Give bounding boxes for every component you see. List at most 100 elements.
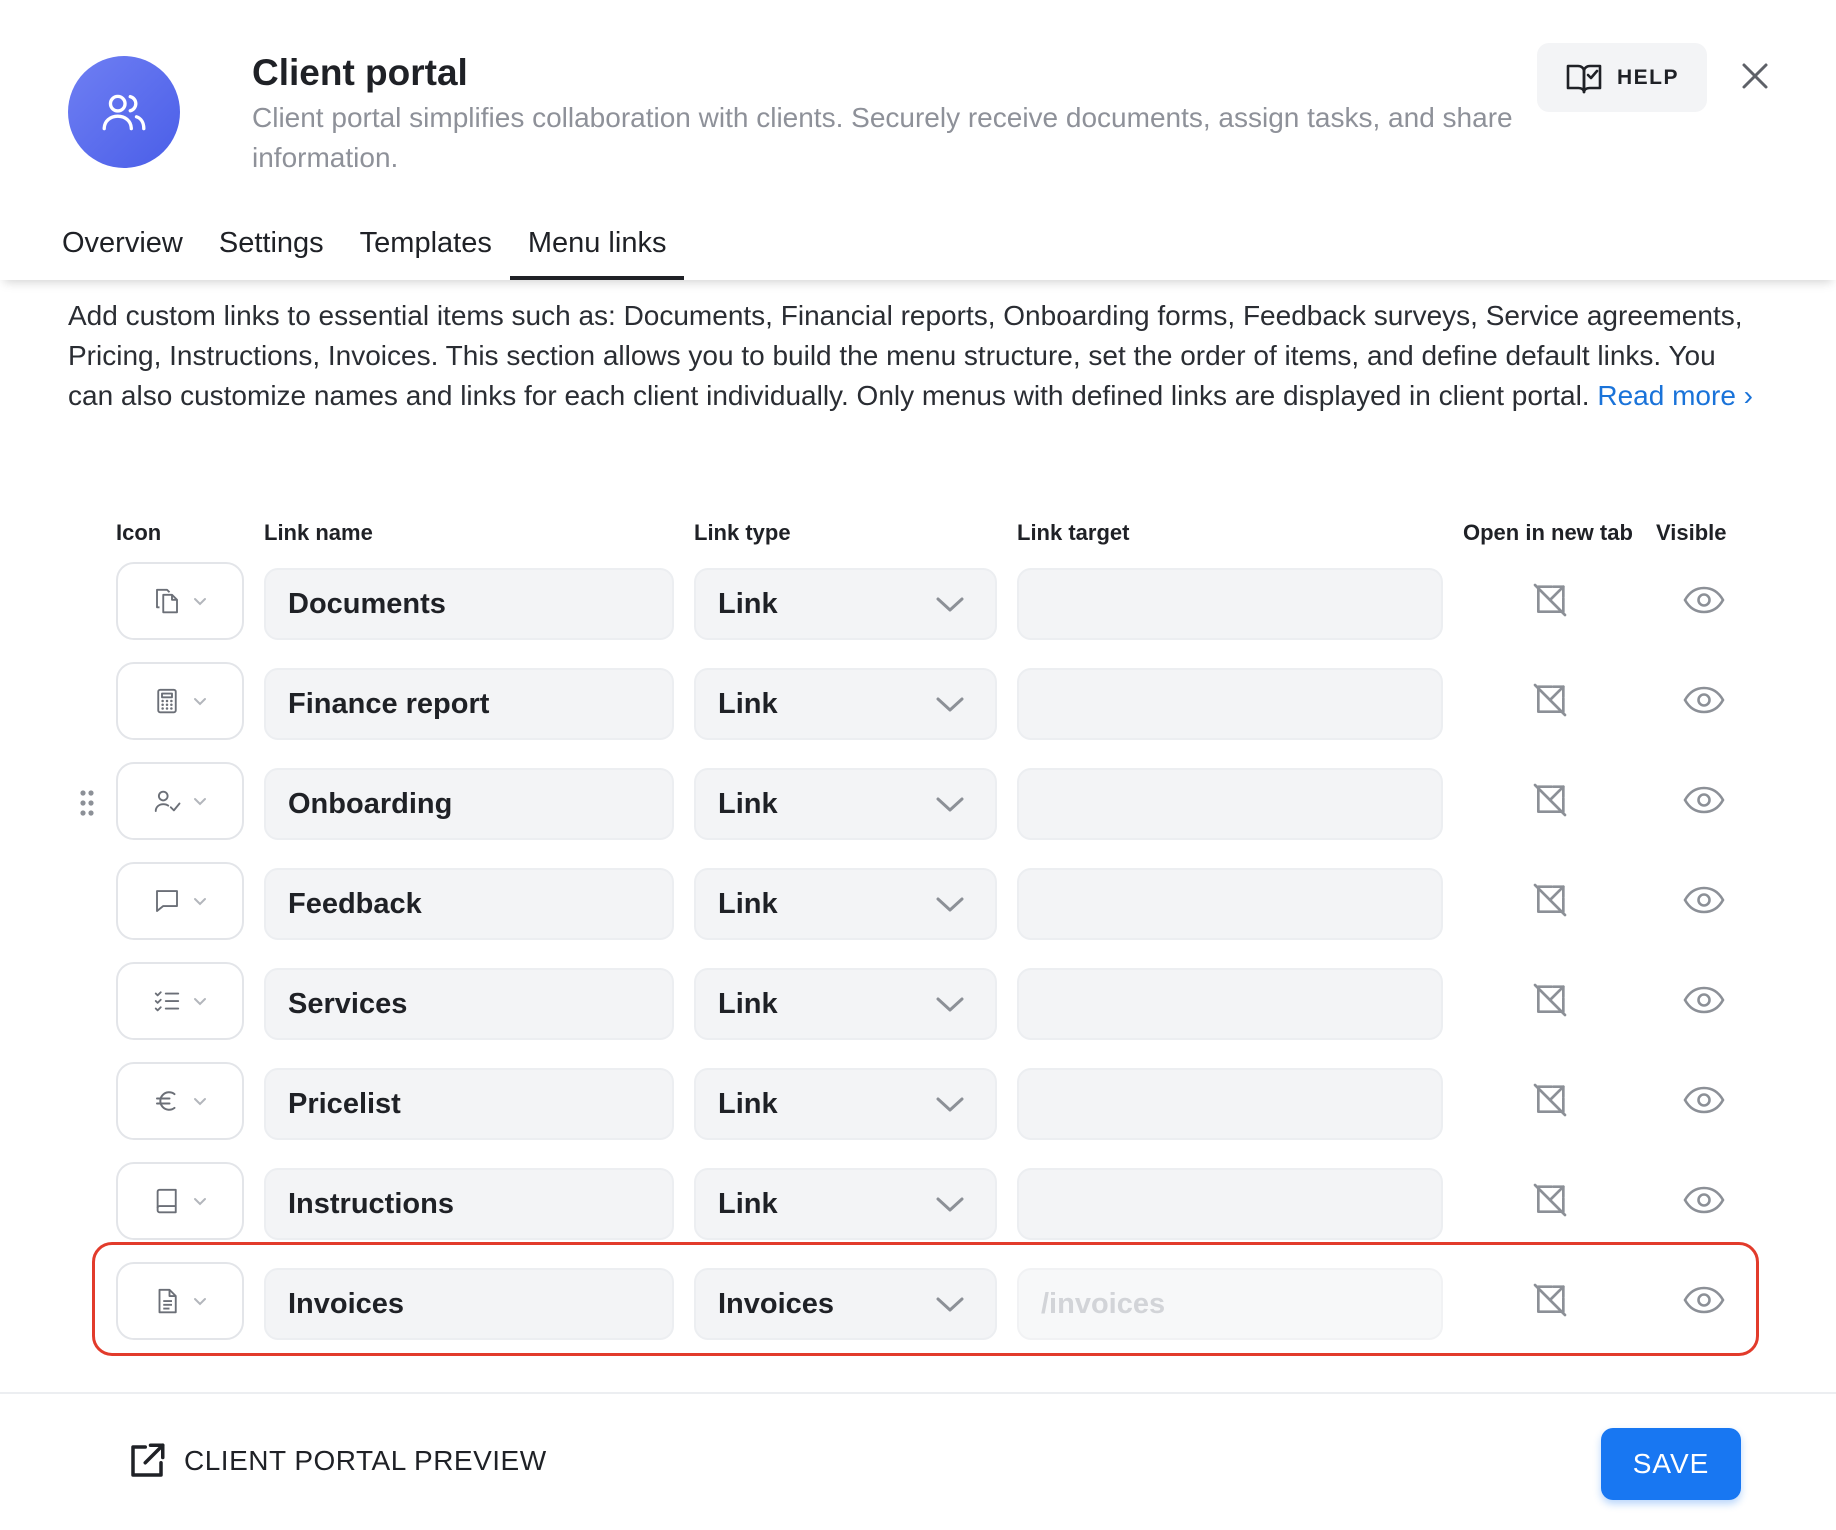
- icon-picker[interactable]: [116, 962, 244, 1040]
- link-type-value: Link: [718, 1087, 778, 1120]
- link-type-value: Link: [718, 987, 778, 1020]
- link-type-select[interactable]: Link: [694, 568, 997, 640]
- table-row: Services Link: [0, 962, 1836, 1040]
- link-name-input[interactable]: Invoices: [264, 1268, 674, 1340]
- eye-icon[interactable]: [1682, 684, 1726, 716]
- checklist-icon: [154, 991, 180, 1012]
- link-name-input[interactable]: Finance report: [264, 668, 674, 740]
- eye-icon[interactable]: [1682, 1084, 1726, 1116]
- chevron-down-icon: [194, 1198, 206, 1206]
- book-icon: [156, 1188, 177, 1214]
- link-name-input[interactable]: Documents: [264, 568, 674, 640]
- link-target-input[interactable]: [1017, 668, 1443, 740]
- table-row: Invoices Invoices /invoices: [0, 1262, 1836, 1340]
- icon-picker[interactable]: [116, 562, 244, 640]
- chevron-down-icon: [194, 1098, 206, 1106]
- icon-picker[interactable]: [116, 1062, 244, 1140]
- user-check-icon: [154, 790, 181, 812]
- preview-label: CLIENT PORTAL PREVIEW: [184, 1445, 547, 1476]
- eye-icon[interactable]: [1682, 1184, 1726, 1216]
- tab-templates[interactable]: Templates: [360, 222, 492, 280]
- chevron-down-icon: [194, 1298, 206, 1306]
- table-row: Pricelist Link: [0, 1062, 1836, 1140]
- link-type-select[interactable]: Link: [694, 868, 997, 940]
- table-row: Finance report Link: [0, 662, 1836, 740]
- external-link-icon: [131, 1443, 165, 1477]
- link-type-select[interactable]: Link: [694, 968, 997, 1040]
- link-target-input[interactable]: [1017, 1168, 1443, 1240]
- link-name-input[interactable]: Pricelist: [264, 1068, 674, 1140]
- link-name-input[interactable]: Onboarding: [264, 768, 674, 840]
- icon-picker[interactable]: [116, 762, 244, 840]
- column-header-open-new-tab: Open in new tab: [1463, 520, 1633, 545]
- eye-icon[interactable]: [1682, 1284, 1726, 1316]
- chevron-down-icon: [194, 598, 206, 606]
- column-header-link-target: Link target: [1017, 520, 1130, 545]
- close-icon: [1742, 63, 1768, 89]
- client-portal-modal: Client portal Client portal simplifies c…: [0, 0, 1836, 1530]
- link-type-value: Invoices: [718, 1287, 835, 1320]
- column-header-link-type: Link type: [694, 520, 791, 545]
- link-type-select[interactable]: Link: [694, 1068, 997, 1140]
- message-icon: [156, 890, 178, 912]
- open-new-tab-off-icon[interactable]: [1530, 780, 1570, 820]
- modal-header: Client portal Client portal simplifies c…: [0, 0, 1836, 280]
- link-name-input[interactable]: Services: [264, 968, 674, 1040]
- eye-icon[interactable]: [1682, 884, 1726, 916]
- open-new-tab-off-icon[interactable]: [1530, 680, 1570, 720]
- tab-menu-links[interactable]: Menu links: [509, 222, 685, 280]
- calculator-icon: [157, 688, 177, 714]
- client-portal-preview-button[interactable]: CLIENT PORTAL PREVIEW: [126, 1440, 547, 1482]
- link-target-input[interactable]: [1017, 868, 1443, 940]
- page-subtitle: Client portal simplifies collaboration w…: [252, 102, 1513, 173]
- link-type-select[interactable]: Invoices: [694, 1268, 997, 1340]
- open-new-tab-off-icon[interactable]: [1530, 580, 1570, 620]
- link-type-select[interactable]: Link: [694, 668, 997, 740]
- open-new-tab-off-icon[interactable]: [1530, 980, 1570, 1020]
- icon-picker[interactable]: [116, 1262, 244, 1340]
- link-type-select[interactable]: Link: [694, 1168, 997, 1240]
- help-button[interactable]: HELP: [1537, 43, 1707, 112]
- app-avatar: [68, 56, 180, 168]
- chevron-down-icon: [194, 798, 206, 806]
- open-new-tab-off-icon[interactable]: [1530, 1280, 1570, 1320]
- tab-overview[interactable]: Overview: [62, 222, 183, 280]
- open-new-tab-off-icon[interactable]: [1530, 1080, 1570, 1120]
- documents-icon: [156, 588, 178, 614]
- link-target-input[interactable]: [1017, 968, 1443, 1040]
- link-name-input[interactable]: Instructions: [264, 1168, 674, 1240]
- table-row: Onboarding Link: [0, 762, 1836, 840]
- tab-settings[interactable]: Settings: [219, 222, 324, 280]
- link-target-input[interactable]: [1017, 768, 1443, 840]
- save-button[interactable]: SAVE: [1601, 1428, 1741, 1500]
- column-header-icon: Icon: [116, 520, 162, 545]
- link-type-select[interactable]: Link: [694, 768, 997, 840]
- drag-handle-icon[interactable]: [78, 788, 96, 818]
- chevron-down-icon: [936, 1197, 964, 1212]
- eye-icon[interactable]: [1682, 584, 1726, 616]
- chevron-down-icon: [936, 897, 964, 912]
- chevron-down-icon: [936, 1297, 964, 1312]
- link-target-input: /invoices: [1017, 1268, 1443, 1340]
- users-icon: [102, 94, 146, 131]
- eye-icon[interactable]: [1682, 984, 1726, 1016]
- read-more-link[interactable]: Read more ›: [1597, 380, 1753, 411]
- tab-bar: Overview Settings Templates Menu links: [62, 222, 720, 280]
- link-name-input[interactable]: Feedback: [264, 868, 674, 940]
- icon-picker[interactable]: [116, 662, 244, 740]
- link-type-value: Link: [718, 787, 778, 820]
- book-check-icon: [1566, 64, 1602, 93]
- open-new-tab-off-icon[interactable]: [1530, 1180, 1570, 1220]
- link-target-input[interactable]: [1017, 1068, 1443, 1140]
- help-label: HELP: [1616, 65, 1679, 89]
- icon-picker[interactable]: [116, 1162, 244, 1240]
- link-type-value: Link: [718, 687, 778, 720]
- modal-footer: CLIENT PORTAL PREVIEW SAVE: [0, 1392, 1836, 1530]
- close-button[interactable]: [1735, 56, 1775, 96]
- chevron-down-icon: [194, 698, 206, 706]
- file-text-icon: [158, 1288, 177, 1314]
- link-target-input[interactable]: [1017, 568, 1443, 640]
- eye-icon[interactable]: [1682, 784, 1726, 816]
- open-new-tab-off-icon[interactable]: [1530, 880, 1570, 920]
- icon-picker[interactable]: [116, 862, 244, 940]
